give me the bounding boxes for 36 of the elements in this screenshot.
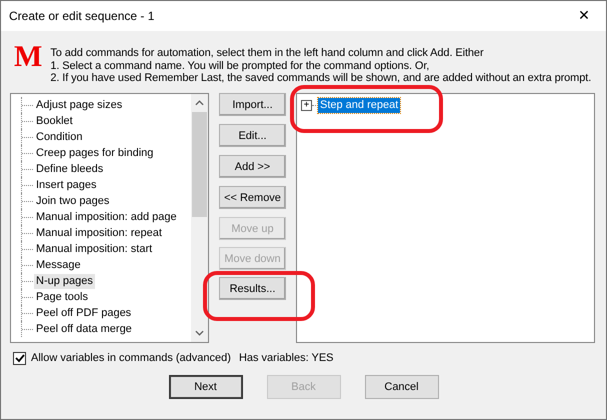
command-item[interactable]: Define bleeds (34, 162, 106, 176)
instruction-text: To add commands for automation, select them in the left hand column and click Add. Either (50, 47, 484, 60)
command-item[interactable]: Manual imposition: start (34, 242, 154, 256)
command-item[interactable]: Adjust page sizes (34, 98, 124, 112)
command-item[interactable]: Page tools (34, 290, 90, 304)
command-item[interactable]: Insert pages (34, 178, 99, 192)
command-item[interactable]: Peel off PDF pages (34, 306, 134, 320)
sequence-item[interactable]: Step and repeat (318, 98, 400, 112)
command-item[interactable]: Condition (34, 130, 84, 144)
dialog-button[interactable]: Next (168, 375, 242, 399)
command-item[interactable]: N-up pages (34, 274, 95, 288)
action-button[interactable]: << Remove (219, 186, 286, 209)
scroll-thumb[interactable] (192, 112, 207, 217)
status-text: Has variables: YES (238, 352, 334, 364)
action-button[interactable]: Edit... (219, 124, 286, 147)
command-item[interactable]: Join two pages (34, 194, 112, 208)
checkbox[interactable] (13, 352, 26, 364)
dialog-button[interactable]: Cancel (364, 375, 438, 399)
instruction-text: 1. Select a command name. You will be prompted for the command options. Or, (50, 60, 430, 72)
scrollbar[interactable] (191, 94, 208, 342)
logo: M (14, 44, 42, 70)
command-item[interactable]: Manual imposition: add page (34, 210, 179, 224)
command-item[interactable]: Booklet (34, 114, 75, 128)
action-button[interactable]: Import... (219, 93, 286, 116)
allow-variables-checkbox[interactable]: Allow variables in commands (advanced) (13, 352, 231, 364)
instruction-text: 2. If you have used Remember Last, the saved commands will be shown, and are added without an extra prompt. (50, 72, 592, 84)
action-button[interactable]: Add >> (219, 155, 286, 178)
command-item[interactable]: Peel off data merge (34, 322, 134, 336)
window-title: Create or edit sequence - 1 (9, 9, 154, 23)
expand-toggle[interactable]: + (301, 100, 312, 110)
action-button[interactable]: Results... (219, 277, 286, 300)
command-item[interactable]: Manual imposition: repeat (34, 226, 164, 240)
scroll-down-icon[interactable] (195, 330, 204, 336)
command-item[interactable]: Creep pages for binding (34, 146, 156, 160)
scroll-up-icon[interactable] (195, 100, 204, 106)
command-item[interactable]: Message (34, 258, 83, 272)
